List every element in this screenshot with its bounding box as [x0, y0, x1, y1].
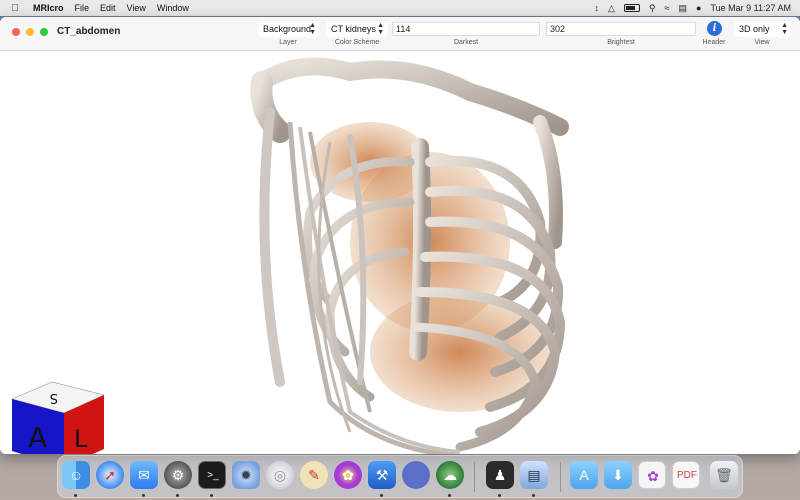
view-popup[interactable]: 3D only ▲ ▼ — [734, 21, 792, 37]
safari-icon[interactable]: ➚ — [96, 461, 124, 489]
xcode-icon[interactable]: ⚒ — [368, 461, 396, 489]
menu-window[interactable]: Window — [157, 3, 189, 13]
chevron-updown-icon: ▲ ▼ — [377, 22, 384, 36]
search-icon[interactable]: ⚲ — [649, 0, 656, 16]
dock-separator — [474, 462, 475, 492]
status-area: ↕ △ ⚲ ≈ ▤ ● Tue Mar 9 11:27 AM — [595, 0, 791, 16]
trash-icon[interactable]: 🗑 — [710, 461, 738, 489]
app-menu[interactable]: MRIcro — [33, 3, 64, 13]
brightest-label: Brightest — [607, 39, 635, 46]
preview-app-icon[interactable]: ▤ — [520, 461, 548, 489]
wifi-icon[interactable]: ≈ — [665, 0, 670, 16]
orientation-cube[interactable]: S A L — [10, 379, 106, 454]
paint-palette-icon[interactable]: ✎ — [300, 461, 328, 489]
color-scheme-popup[interactable]: CT kidneys ▲ ▼ — [326, 21, 388, 37]
running-indicator — [210, 494, 213, 497]
downloads-folder-icon[interactable]: ⬇ — [604, 461, 632, 489]
mail-icon[interactable]: ✉ — [130, 461, 158, 489]
cube-side-label: L — [74, 425, 88, 453]
menu-view[interactable]: View — [127, 3, 146, 13]
pdf-stack-icon[interactable]: PDF — [672, 461, 700, 489]
minimize-button[interactable] — [26, 28, 34, 36]
render-viewport[interactable]: S A L — [0, 52, 800, 454]
color-scheme-value: CT kidneys — [331, 24, 376, 34]
bluetooth-icon[interactable]: △ — [608, 0, 615, 16]
view-label: View — [754, 39, 770, 46]
terminal-icon[interactable]: >_ — [198, 461, 226, 489]
brain-icon[interactable]: ☁ — [436, 461, 464, 489]
window-titlebar: CT_abdomen Background ▲ ▼ Layer CT kidney… — [0, 17, 800, 51]
cube-top-label: S — [50, 390, 58, 405]
cube-front-label: A — [28, 421, 47, 454]
darkest-label: Darkest — [453, 39, 479, 46]
main-window: CT_abdomen Background ▲ ▼ Layer CT kidney… — [0, 17, 800, 454]
color-scheme-label: Color Scheme — [334, 39, 380, 46]
control-center-icon[interactable]: ▤ — [679, 0, 688, 16]
running-indicator — [448, 494, 451, 497]
header-label: Header — [702, 39, 726, 46]
siri-icon[interactable]: ● — [696, 0, 701, 16]
system-preferences-icon[interactable]: ⚙ — [164, 461, 192, 489]
settings-gear-icon[interactable]: ✹ — [232, 461, 260, 489]
view-value: 3D only — [739, 24, 770, 34]
running-indicator — [74, 494, 77, 497]
layer-popup[interactable]: Background ▲ ▼ — [258, 21, 320, 37]
menu-file[interactable]: File — [75, 3, 90, 13]
info-icon[interactable]: i — [707, 21, 722, 36]
running-indicator — [532, 494, 535, 497]
finder-icon[interactable]: ☺ — [62, 461, 90, 489]
close-button[interactable] — [12, 28, 20, 36]
arrows-updown-icon[interactable]: ↕ — [595, 0, 600, 16]
flower-icon[interactable]: ✿ — [334, 461, 362, 489]
apple-menu-icon[interactable]:  — [9, 3, 21, 14]
running-indicator — [176, 494, 179, 497]
oval-app-icon[interactable] — [402, 461, 430, 489]
running-indicator — [380, 494, 383, 497]
chevron-updown-icon: ▲ ▼ — [781, 22, 788, 36]
applications-folder-icon[interactable]: A — [570, 461, 598, 489]
brightest-field[interactable]: 302 — [546, 22, 696, 36]
window-title: CT_abdomen — [57, 26, 121, 37]
running-indicator — [142, 494, 145, 497]
running-indicator — [498, 494, 501, 497]
clock[interactable]: Tue Mar 9 11:27 AM — [710, 0, 791, 16]
battery-icon[interactable] — [623, 4, 640, 12]
disk-utility-icon[interactable]: ◎ — [266, 461, 294, 489]
silhouette-app-icon[interactable]: ♟ — [486, 461, 514, 489]
darkest-field[interactable]: 114 — [392, 22, 540, 36]
volume-render — [250, 57, 569, 454]
layer-value: Background — [263, 24, 312, 34]
dock-separator — [560, 462, 561, 492]
menu-edit[interactable]: Edit — [100, 3, 116, 13]
menu-bar:  MRIcro File Edit View Window ↕ △ ⚲ ≈ ▤… — [0, 0, 800, 16]
layer-label: Layer — [279, 39, 297, 46]
maximize-button[interactable] — [40, 28, 48, 36]
document-stack-icon[interactable]: ✿ — [638, 461, 666, 489]
chevron-updown-icon: ▲ ▼ — [309, 22, 316, 36]
dock: ☺ ➚ ✉ ⚙ >_ ✹ ◎ ✎ ✿ ⚒ ☁ ♟ ▤ A ⬇ ✿ PDF 🗑 — [57, 455, 743, 498]
